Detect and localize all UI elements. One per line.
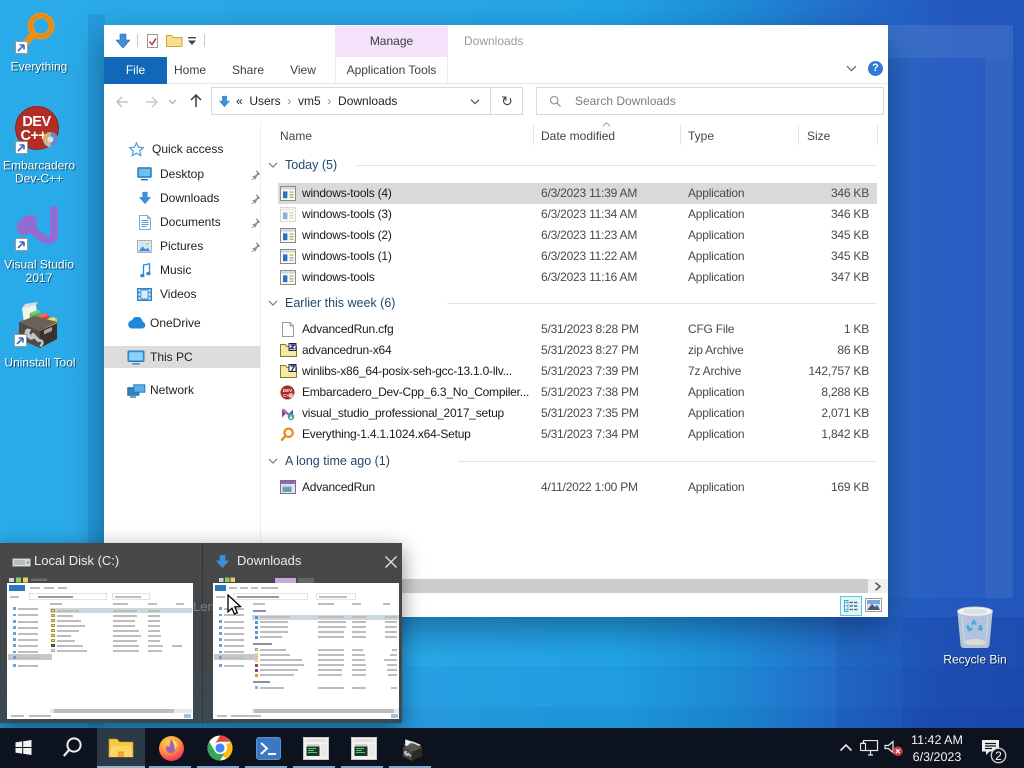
svg-text:Len: Len: [193, 599, 215, 614]
svg-text:Uninstall Tool: Uninstall Tool: [4, 356, 75, 370]
svg-text:6/3/2023: 6/3/2023: [913, 750, 962, 764]
svg-text:Dev-C++: Dev-C++: [15, 172, 63, 186]
svg-text:Local Disk (C:): Local Disk (C:): [34, 553, 119, 568]
svg-text:Everything: Everything: [11, 60, 68, 74]
svg-text:Recycle Bin: Recycle Bin: [943, 653, 1006, 667]
svg-text:11:42 AM: 11:42 AM: [911, 733, 963, 747]
svg-text:Visual Studio: Visual Studio: [4, 258, 74, 272]
svg-text:2017: 2017: [26, 271, 53, 285]
svg-text:Embarcadero: Embarcadero: [3, 159, 75, 173]
svg-text:Downloads: Downloads: [237, 553, 302, 568]
svg-text:2: 2: [995, 749, 1002, 763]
